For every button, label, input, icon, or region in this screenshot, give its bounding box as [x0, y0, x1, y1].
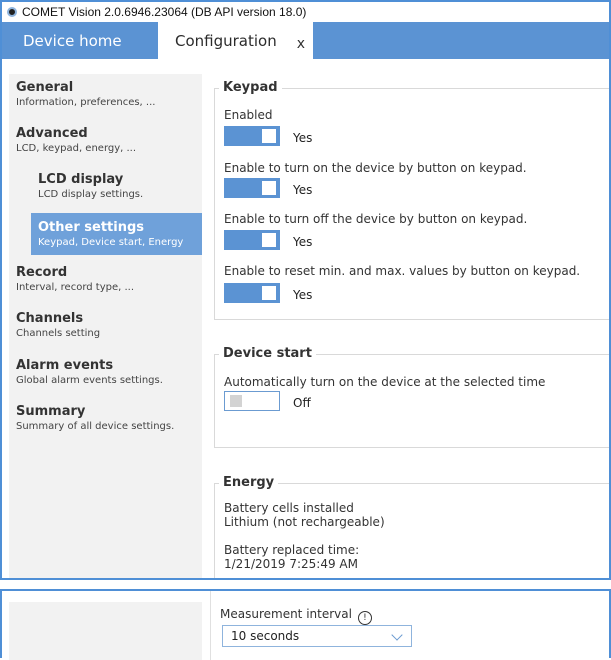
comet-app-icon — [7, 7, 17, 17]
info-circle-icon[interactable]: ! — [357, 611, 372, 625]
sidebar-item-subtitle: Summary of all device settings. — [16, 421, 175, 432]
tab-device-home[interactable]: Device home — [2, 22, 158, 59]
turn-off-toggle[interactable] — [224, 230, 280, 250]
reset-value: Yes — [293, 288, 313, 302]
sidebar-item-general[interactable]: General Information, preferences, ... — [9, 80, 202, 109]
reset-label: Enable to reset min. and max. values by … — [224, 264, 581, 278]
sidebar-item-summary[interactable]: Summary Summary of all device settings. — [9, 404, 202, 433]
tab-bar: Device home Configuration x — [2, 22, 609, 59]
toggle-knob — [230, 395, 242, 407]
sidebar: General Information, preferences, ... Ad… — [9, 74, 202, 578]
auto-start-label: Automatically turn on the device at the … — [224, 375, 546, 389]
battery-replaced-label: Battery replaced time: — [224, 543, 360, 557]
enabled-label: Enabled — [224, 108, 273, 122]
sidebar-item-title: Advanced — [16, 126, 88, 141]
sidebar-item-alarm-events[interactable]: Alarm events Global alarm events setting… — [9, 358, 202, 387]
toggle-knob — [262, 286, 276, 300]
sidebar-item-subtitle: Interval, record type, ... — [16, 282, 135, 293]
sidebar-item-title: Alarm events — [16, 358, 114, 373]
sidebar-item-other-settings[interactable]: Other settings Keypad, Device start, Ene… — [31, 213, 202, 255]
main-window: COMET Vision 2.0.6946.23064 (DB API vers… — [0, 0, 611, 580]
sidebar-item-advanced[interactable]: Advanced LCD, keypad, energy, ... — [9, 126, 202, 155]
turn-on-toggle[interactable] — [224, 178, 280, 198]
sidebar-item-title: LCD display — [38, 172, 124, 187]
turn-on-value: Yes — [293, 183, 313, 197]
chevron-down-icon — [391, 629, 403, 641]
keypad-title: Keypad — [219, 79, 282, 97]
battery-value: Lithium (not rechargeable) — [224, 515, 385, 529]
measurement-interval-label: Measurement interval! — [220, 607, 372, 625]
sidebar-item-subtitle: LCD display settings. — [38, 189, 144, 200]
sidebar-item-channels[interactable]: Channels Channels setting — [9, 311, 202, 340]
sidebar-item-subtitle: Keypad, Device start, Energy — [38, 237, 184, 248]
close-tab-button[interactable]: x — [297, 36, 305, 52]
measurement-interval-text: Measurement interval — [220, 607, 352, 621]
window-title: COMET Vision 2.0.6946.23064 (DB API vers… — [22, 5, 307, 19]
sidebar-item-lcd-display[interactable]: LCD display LCD display settings. — [9, 172, 202, 201]
sidebar-item-title: Record — [16, 265, 68, 280]
measurement-interval-select[interactable]: 10 seconds — [222, 625, 412, 647]
sidebar-item-title: Summary — [16, 404, 86, 419]
toggle-knob — [262, 233, 276, 247]
divider — [210, 591, 211, 660]
measurement-interval-value: 10 seconds — [231, 629, 300, 643]
sidebar-item-subtitle: Information, preferences, ... — [16, 97, 156, 108]
energy-title: Energy — [219, 474, 279, 492]
battery-label: Battery cells installed — [224, 501, 354, 515]
auto-start-value: Off — [293, 396, 311, 410]
toggle-knob — [262, 129, 276, 143]
sidebar-item-title: General — [16, 80, 74, 95]
turn-off-label: Enable to turn off the device by button … — [224, 212, 528, 226]
sidebar-item-title: Channels — [16, 311, 84, 326]
sidebar-item-title: Other settings — [38, 220, 145, 235]
toggle-knob — [262, 181, 276, 195]
device-start-title: Device start — [219, 345, 316, 363]
enabled-toggle[interactable] — [224, 126, 280, 146]
sidebar-item-subtitle: Global alarm events settings. — [16, 375, 163, 386]
tab-configuration[interactable]: Configuration x — [158, 22, 313, 59]
sidebar-item-subtitle: LCD, keypad, energy, ... — [16, 143, 137, 154]
record-settings-panel: Measurement interval! 10 seconds — [0, 589, 611, 660]
sidebar-item-record[interactable]: Record Interval, record type, ... — [9, 265, 202, 294]
sidebar-item-subtitle: Channels setting — [16, 328, 101, 339]
auto-start-toggle[interactable] — [224, 391, 280, 411]
turn-on-label: Enable to turn on the device by button o… — [224, 161, 527, 175]
title-bar: COMET Vision 2.0.6946.23064 (DB API vers… — [2, 2, 609, 22]
enabled-value: Yes — [293, 131, 313, 145]
tab-configuration-label: Configuration — [175, 31, 277, 50]
reset-toggle[interactable] — [224, 283, 280, 303]
app-root: COMET Vision 2.0.6946.23064 (DB API vers… — [0, 0, 611, 660]
tab-device-home-label: Device home — [23, 31, 122, 50]
turn-off-value: Yes — [293, 235, 313, 249]
battery-replaced-value: 1/21/2019 7:25:49 AM — [224, 557, 358, 571]
sidebar-fragment — [9, 602, 202, 660]
